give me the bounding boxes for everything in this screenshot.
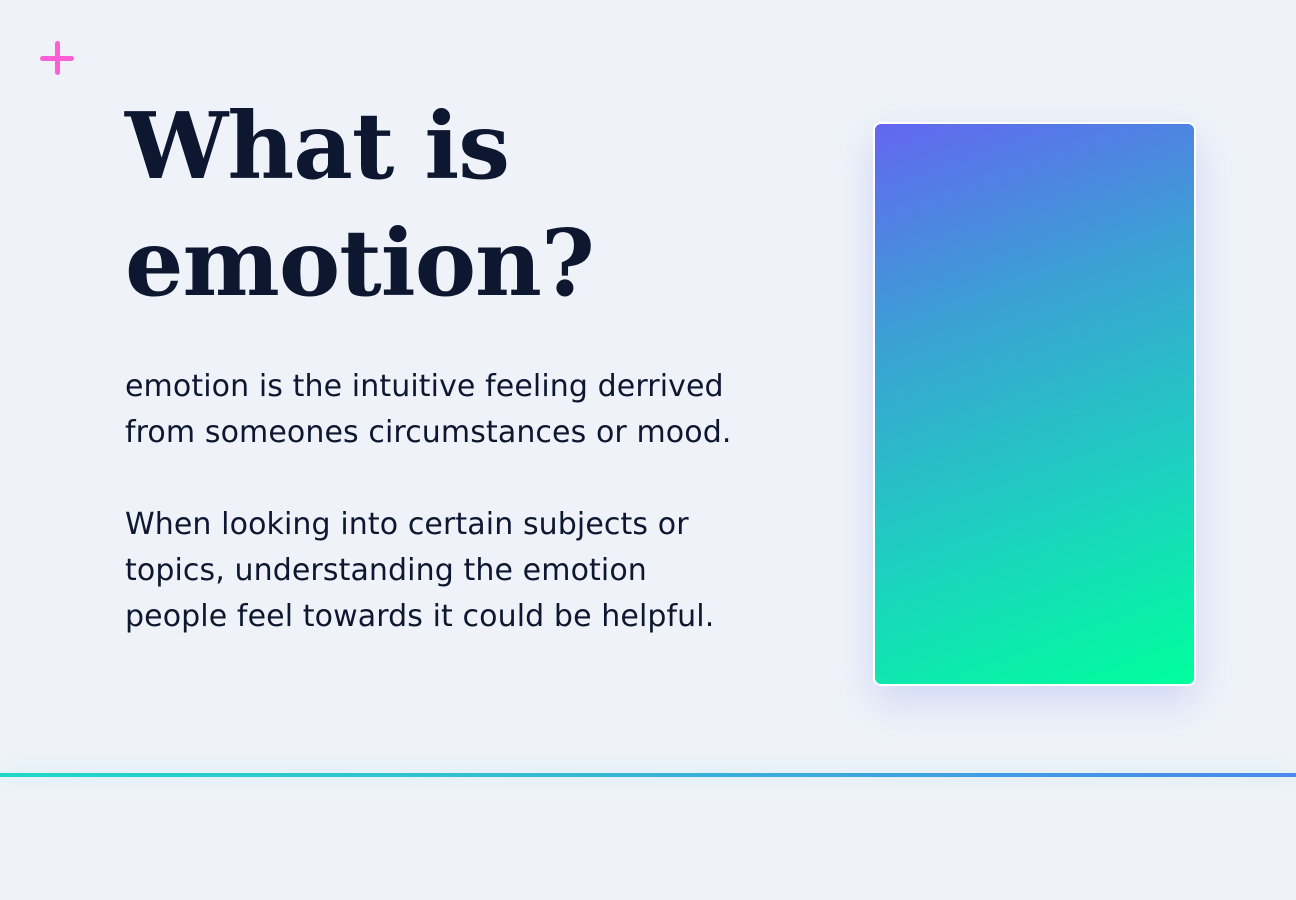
body-copy: emotion is the intuitive feeling derrive…: [125, 364, 815, 686]
page-title-line-2: emotion?: [125, 209, 595, 317]
explanation-line-3: people feel towards it could be helpful.: [125, 599, 715, 634]
page-title: What is emotion?: [125, 88, 805, 322]
explanation-paragraph: When looking into certain subjects or to…: [125, 502, 815, 640]
explanation-line-2: topics, understanding the emotion: [125, 553, 647, 588]
intro-paragraph: emotion is the intuitive feeling derrive…: [125, 364, 815, 456]
gradient-card: [873, 122, 1196, 686]
bottom-divider-line: [0, 773, 1296, 777]
intro-line-2: from someones circumstances or mood.: [125, 415, 732, 450]
intro-line-1: emotion is the intuitive feeling derrive…: [125, 369, 724, 404]
page-title-line-1: What is: [125, 92, 510, 200]
plus-icon: [40, 41, 74, 75]
explanation-line-1: When looking into certain subjects or: [125, 507, 689, 542]
